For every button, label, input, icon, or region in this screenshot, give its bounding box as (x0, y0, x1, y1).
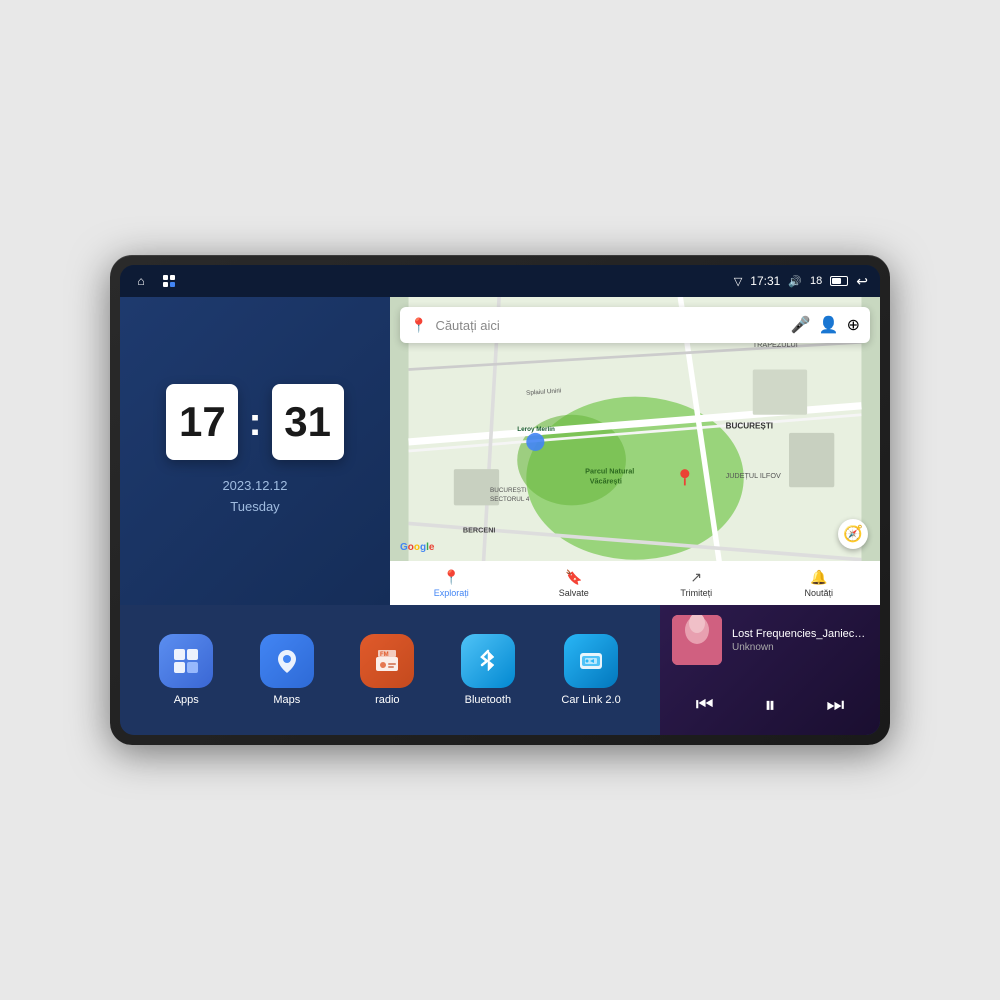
google-logo: Google (400, 542, 434, 553)
status-left: ⌂ (132, 272, 178, 290)
music-album-art (672, 615, 722, 665)
volume-level: 18 (810, 275, 822, 287)
maps-indicator-icon[interactable] (160, 272, 178, 290)
top-section: 17 : 31 2023.12.12 Tuesday (120, 297, 880, 605)
bluetooth-label: Bluetooth (465, 694, 511, 706)
album-art-image (672, 615, 722, 665)
map-compass-button[interactable]: 🧭 (838, 519, 868, 549)
app-item-bluetooth[interactable]: Bluetooth (461, 634, 515, 706)
layers-icon[interactable]: ⊕ (847, 315, 860, 335)
saved-icon: 🔖 (565, 569, 582, 586)
maps-label: Maps (273, 694, 300, 706)
map-nav-explore[interactable]: 📍 Explorați (390, 565, 513, 602)
apps-label: Apps (174, 694, 199, 706)
volume-icon: 🔊 (788, 275, 802, 288)
app-item-maps[interactable]: Maps (260, 634, 314, 706)
music-next-button[interactable]: ⏭ (819, 689, 851, 721)
map-search-placeholder[interactable]: Căutați aici (435, 318, 782, 333)
app-item-radio[interactable]: FM radio (360, 634, 414, 706)
svg-text:Văcărești: Văcărești (590, 477, 622, 486)
svg-text:FM: FM (380, 652, 389, 658)
car-head-unit: ⌂ ▽ 17:31 🔊 18 ↩ (110, 255, 890, 745)
status-right: ▽ 17:31 🔊 18 ↩ (734, 273, 868, 290)
map-panel[interactable]: BUCUREȘTI JUDEȚUL ILFOV BERCENI TRAPEZUL… (390, 297, 880, 605)
clock-date: 2023.12.12 Tuesday (222, 476, 287, 518)
bottom-section: Apps Maps (120, 605, 880, 735)
voice-search-icon[interactable]: 🎤 (791, 315, 811, 335)
map-nav-bar: 📍 Explorați 🔖 Salvate ↗ Trimiteți 🔔 (390, 561, 880, 605)
news-label: Noutăți (804, 588, 833, 598)
map-nav-saved[interactable]: 🔖 Salvate (513, 565, 636, 602)
explore-icon: 📍 (443, 569, 460, 586)
apps-section: Apps Maps (120, 605, 660, 735)
explore-label: Explorați (434, 588, 469, 598)
radio-label: radio (375, 694, 399, 706)
signal-icon: ▽ (734, 275, 742, 288)
share-label: Trimiteți (680, 588, 712, 598)
battery-icon (830, 275, 848, 287)
music-text: Lost Frequencies_Janieck Devy-... Unknow… (732, 628, 868, 653)
svg-text:BUCUREȘTI: BUCUREȘTI (490, 487, 527, 494)
share-icon: ↗ (690, 569, 702, 586)
apps-icon (159, 634, 213, 688)
saved-label: Salvate (559, 588, 589, 598)
clock-minutes: 31 (272, 384, 344, 460)
news-icon: 🔔 (810, 569, 827, 586)
map-nav-news[interactable]: 🔔 Noutăți (758, 565, 881, 602)
music-title: Lost Frequencies_Janieck Devy-... (732, 628, 868, 640)
clock-hours: 17 (166, 384, 238, 460)
map-search-actions: 🎤 👤 ⊕ (791, 315, 860, 335)
back-icon[interactable]: ↩ (856, 273, 868, 290)
clock-display: 17 : 31 (166, 384, 343, 460)
map-search-bar[interactable]: 📍 Căutați aici 🎤 👤 ⊕ (400, 307, 870, 343)
svg-text:BUCUREȘTI: BUCUREȘTI (726, 421, 774, 430)
maps-icon (260, 634, 314, 688)
main-content: 17 : 31 2023.12.12 Tuesday (120, 297, 880, 735)
bluetooth-icon (461, 634, 515, 688)
svg-text:JUDEȚUL ILFOV: JUDEȚUL ILFOV (726, 471, 781, 480)
map-nav-share[interactable]: ↗ Trimiteți (635, 565, 758, 602)
clock-panel: 17 : 31 2023.12.12 Tuesday (120, 297, 390, 605)
music-panel: Lost Frequencies_Janieck Devy-... Unknow… (660, 605, 880, 735)
app-item-apps[interactable]: Apps (159, 634, 213, 706)
device-screen: ⌂ ▽ 17:31 🔊 18 ↩ (120, 265, 880, 735)
radio-icon: FM (360, 634, 414, 688)
home-icon[interactable]: ⌂ (132, 272, 150, 290)
svg-text:SECTORUL 4: SECTORUL 4 (490, 496, 530, 503)
carlink-label: Car Link 2.0 (561, 694, 620, 706)
music-controls: ⏮ ⏸ ⏭ (672, 685, 868, 725)
status-time: 17:31 (750, 274, 780, 288)
music-artist: Unknown (732, 642, 868, 653)
app-item-carlink[interactable]: Car Link 2.0 (561, 634, 620, 706)
account-icon[interactable]: 👤 (819, 315, 839, 335)
clock-colon: : (246, 384, 263, 460)
music-prev-button[interactable]: ⏮ (689, 689, 721, 721)
music-info: Lost Frequencies_Janieck Devy-... Unknow… (672, 615, 868, 665)
status-bar: ⌂ ▽ 17:31 🔊 18 ↩ (120, 265, 880, 297)
svg-text:Leroy Merlin: Leroy Merlin (517, 426, 555, 433)
svg-text:Parcul Natural: Parcul Natural (585, 467, 634, 476)
map-pin-icon: 📍 (410, 317, 427, 334)
carlink-icon (564, 634, 618, 688)
svg-text:BERCENI: BERCENI (463, 526, 496, 535)
music-play-pause-button[interactable]: ⏸ (754, 689, 786, 721)
